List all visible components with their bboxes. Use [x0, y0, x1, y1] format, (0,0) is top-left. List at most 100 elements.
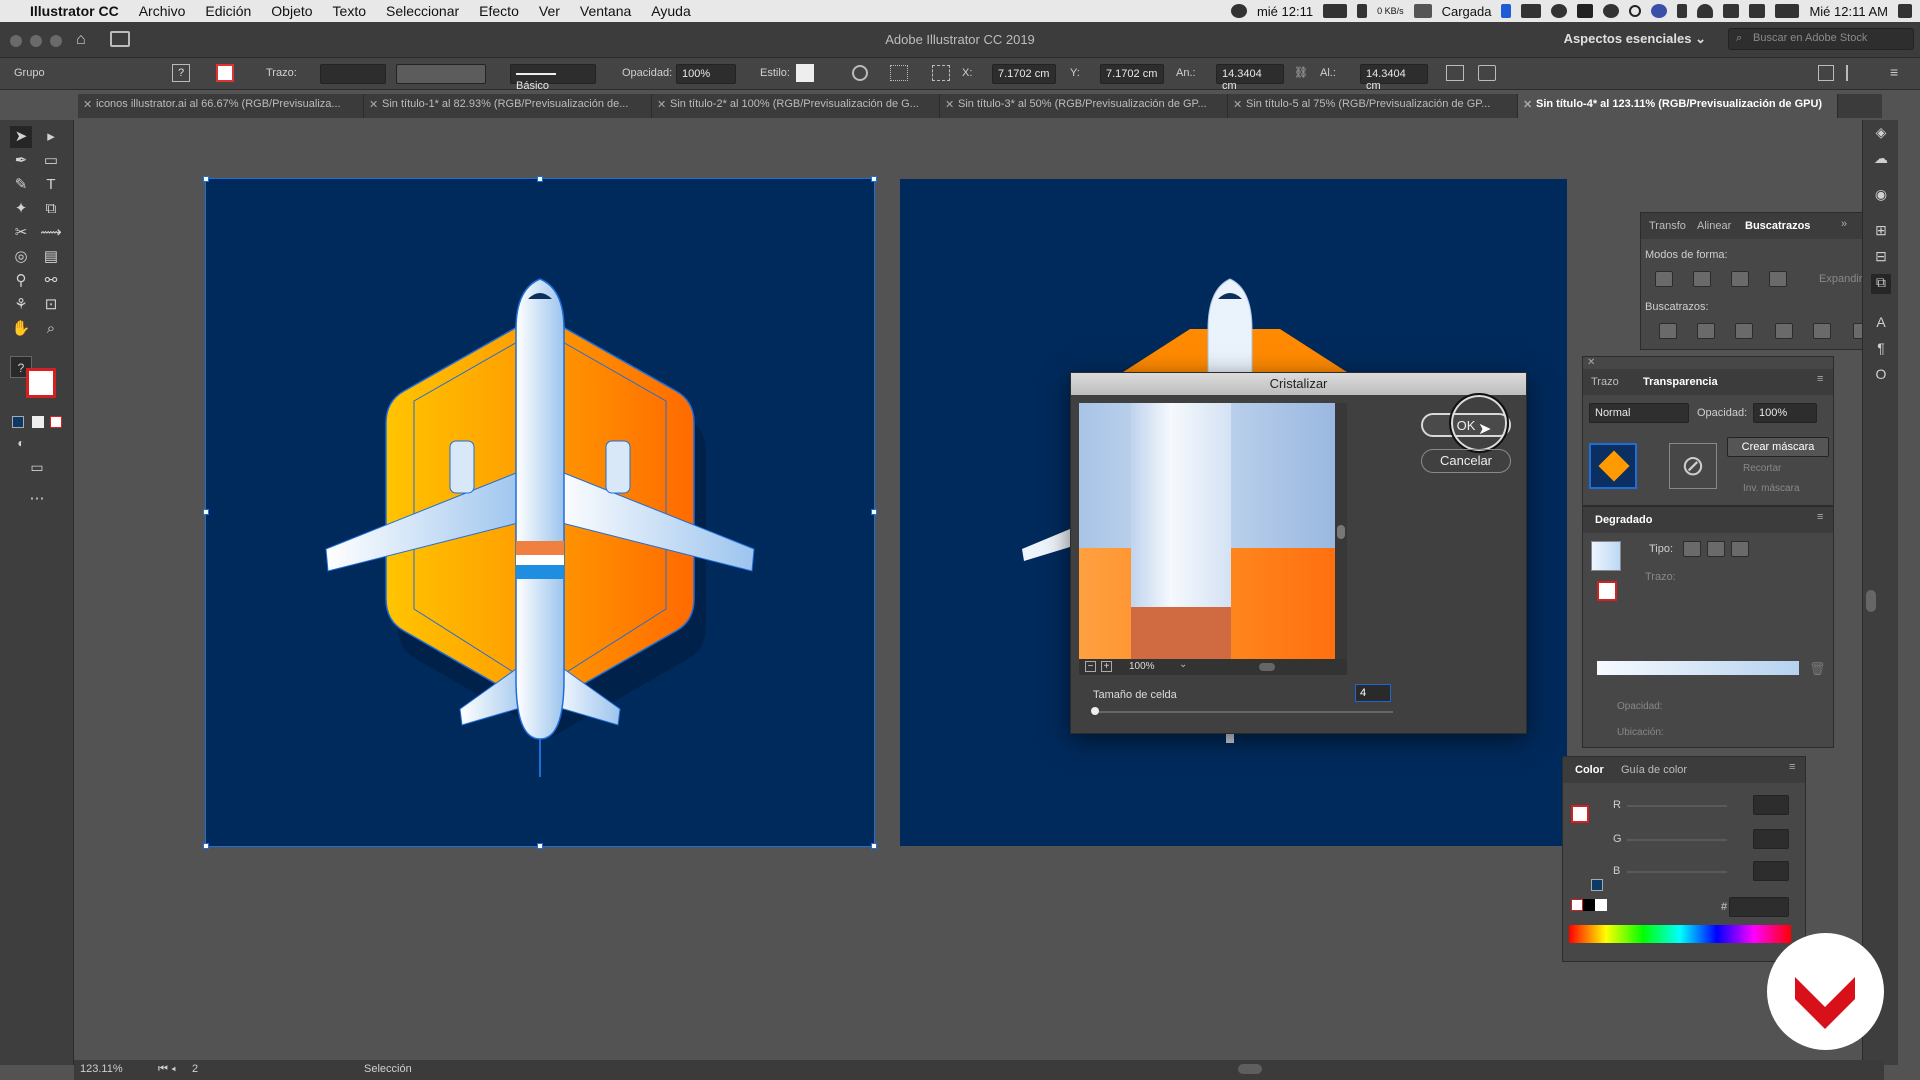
close-panel-icon[interactable]: ✕ — [1587, 357, 1595, 368]
crop-button[interactable] — [1775, 323, 1793, 339]
width-tool-icon[interactable]: ⟿ — [40, 222, 62, 244]
direct-selection-tool-icon[interactable]: ▸ — [40, 126, 62, 148]
zoom-tool-icon[interactable]: ⌕ — [40, 318, 62, 340]
menu-app-name[interactable]: Illustrator CC — [20, 3, 129, 19]
color-mode-swatch[interactable] — [12, 416, 24, 428]
black-swatch[interactable] — [1583, 899, 1595, 911]
menu-efecto[interactable]: Efecto — [469, 3, 529, 19]
gradient-tool-icon[interactable]: ▤ — [40, 246, 62, 268]
more-tools-icon[interactable]: ⋯ — [26, 488, 48, 510]
stroke-weight-field[interactable] — [320, 64, 386, 84]
tab-transform[interactable]: Transfo — [1649, 220, 1686, 232]
cell-size-slider[interactable] — [1091, 707, 1393, 715]
artboard-nav-icons[interactable]: ⏮ ◂ — [158, 1063, 176, 1076]
spotlight-search-icon[interactable] — [1629, 5, 1642, 17]
magic-wand-tool-icon[interactable]: ✦ — [10, 198, 32, 220]
recolor-artwork-icon[interactable] — [852, 65, 868, 81]
artboard-number[interactable]: 2 — [192, 1063, 198, 1075]
close-tab-icon[interactable]: ✕ — [1233, 98, 1242, 111]
creative-cloud-icon[interactable] — [1551, 4, 1568, 18]
wifi-icon[interactable] — [1697, 4, 1714, 18]
g-slider[interactable] — [1627, 839, 1727, 841]
g-field[interactable] — [1753, 829, 1789, 849]
symbol-sprayer-tool-icon[interactable]: ⚘ — [10, 294, 32, 316]
panel-menu-icon[interactable]: ≡ — [1789, 761, 1795, 773]
collapse-icon[interactable]: » — [1841, 218, 1847, 230]
transform-panel-icon[interactable]: ⊞ — [1871, 222, 1891, 242]
unite-button[interactable] — [1655, 271, 1673, 287]
eye-icon[interactable] — [1603, 4, 1620, 18]
stroke-swatch[interactable] — [216, 64, 234, 82]
slider-thumb[interactable] — [1091, 707, 1099, 715]
hex-field[interactable] — [1729, 897, 1789, 917]
constrain-proportions-icon[interactable]: ⛓ — [1294, 66, 1308, 79]
shape-builder-tool-icon[interactable]: ◎ — [10, 246, 32, 268]
panel-layout-icon[interactable] — [1818, 65, 1834, 81]
clip-checkbox[interactable]: Recortar — [1743, 463, 1781, 474]
menu-lines-icon[interactable]: ≡ — [1890, 64, 1898, 80]
menu-objeto[interactable]: Objeto — [261, 3, 322, 19]
paintbrush-tool-icon[interactable]: ✎ — [10, 174, 32, 196]
cpu-monitor-icon[interactable] — [1323, 4, 1348, 18]
panel-menu-icon[interactable]: ≡ — [1817, 511, 1823, 523]
selection-handle[interactable] — [871, 509, 877, 515]
siri-icon[interactable] — [1651, 4, 1668, 18]
reference-point-icon[interactable] — [932, 65, 950, 81]
blend-mode-select[interactable]: Normal — [1589, 403, 1689, 423]
color-spectrum[interactable] — [1569, 925, 1791, 943]
draw-mode-icon[interactable]: ◐ — [10, 432, 32, 454]
close-tab-icon[interactable]: ✕ — [945, 98, 954, 111]
r-field[interactable] — [1753, 795, 1789, 815]
display-icon[interactable] — [1501, 4, 1512, 18]
align-icon[interactable] — [890, 65, 908, 81]
linear-gradient-button[interactable] — [1683, 541, 1701, 557]
merge-button[interactable] — [1735, 323, 1753, 339]
tab-color-guide[interactable]: Guía de color — [1621, 764, 1687, 776]
divide-button[interactable] — [1659, 323, 1677, 339]
scroll-thumb[interactable] — [1337, 525, 1345, 539]
paragraph-panel-icon[interactable]: ¶ — [1871, 340, 1891, 360]
radial-gradient-button[interactable] — [1707, 541, 1725, 557]
artboard-tool-icon[interactable]: ⊡ — [40, 294, 62, 316]
opentype-panel-icon[interactable]: O — [1871, 366, 1891, 386]
gradient-slider[interactable] — [1597, 661, 1799, 675]
airplay-icon[interactable] — [1723, 4, 1740, 18]
color-stroke-swatch[interactable] — [1571, 805, 1589, 823]
height-field[interactable]: 14.3404 cm — [1360, 64, 1428, 92]
appearance-icon[interactable]: ◉ — [1871, 186, 1891, 206]
x-position-field[interactable]: 7.1702 cm — [992, 64, 1056, 84]
selection-handle[interactable] — [203, 509, 209, 515]
selection-handle[interactable] — [871, 176, 877, 182]
gradient-mode-swatch[interactable] — [32, 416, 44, 428]
expand-button[interactable]: Expandir — [1819, 273, 1862, 285]
close-tab-icon[interactable]: ✕ — [83, 98, 92, 111]
object-thumbnail[interactable] — [1589, 443, 1637, 489]
freeform-gradient-button[interactable] — [1731, 541, 1749, 557]
menu-ayuda[interactable]: Ayuda — [641, 3, 700, 19]
libraries-icon[interactable]: ☁ — [1871, 150, 1891, 170]
stock-search-input[interactable]: ⌕ Buscar en Adobe Stock — [1728, 28, 1914, 50]
eyedropper-tool-icon[interactable]: ⚲ — [10, 270, 32, 292]
menu-edicion[interactable]: Edición — [195, 3, 261, 19]
volume-icon[interactable] — [1749, 4, 1766, 18]
menubar-clock[interactable]: Mié 12:11 AM — [1809, 4, 1888, 19]
type-tool-icon[interactable]: T — [40, 174, 62, 196]
brush-definition-select[interactable]: Básico — [510, 64, 596, 92]
chevron-down-icon[interactable]: ⌄ — [1179, 659, 1187, 670]
h-scroll-thumb[interactable] — [1259, 663, 1275, 671]
delete-stop-icon[interactable]: 🗑 — [1809, 661, 1826, 677]
r-slider[interactable] — [1627, 805, 1727, 807]
b-slider[interactable] — [1627, 871, 1727, 873]
graphic-style-swatch[interactable] — [796, 64, 814, 82]
out-of-gamut-swatch[interactable] — [1591, 879, 1603, 891]
minus-front-button[interactable] — [1693, 271, 1711, 287]
selection-handle[interactable] — [537, 176, 543, 182]
pen-tool-icon[interactable]: ✒ — [10, 150, 32, 172]
h-scroll-thumb[interactable] — [1238, 1064, 1262, 1074]
artboard-left[interactable] — [203, 176, 877, 849]
scale-tool-icon[interactable]: ⧉ — [40, 198, 62, 220]
align-panel-icon[interactable]: ⊟ — [1871, 248, 1891, 268]
pathfinder-panel-icon[interactable]: ⧉ — [1871, 274, 1891, 294]
y-position-field[interactable]: 7.1702 cm — [1100, 64, 1164, 84]
tab-document-1[interactable]: ✕ iconos illustrator.ai al 66.67% (RGB/Pr… — [78, 94, 364, 118]
